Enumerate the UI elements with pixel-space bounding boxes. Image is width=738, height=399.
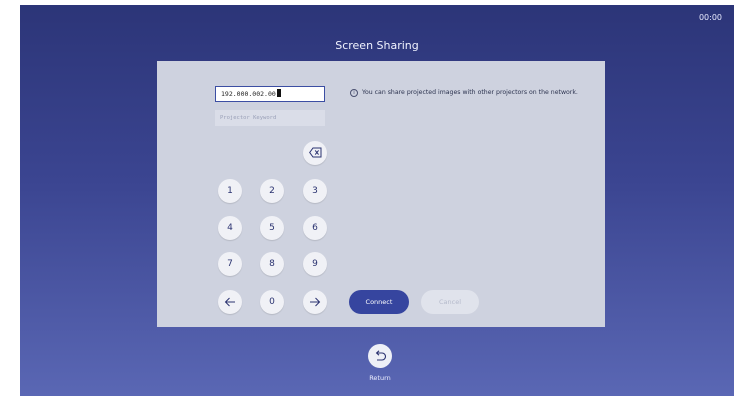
key-7[interactable]: 7 bbox=[218, 252, 242, 276]
backspace-button[interactable] bbox=[303, 141, 327, 165]
cursor-right-button[interactable] bbox=[303, 290, 327, 314]
screen-sharing-screen: 00:00 Screen Sharing 192.000.002.00 Proj… bbox=[20, 5, 734, 396]
info-text: You can share projected images with othe… bbox=[362, 89, 578, 96]
projector-keyword-input[interactable]: Projector Keyword bbox=[215, 110, 325, 126]
key-4[interactable]: 4 bbox=[218, 216, 242, 240]
page-title: Screen Sharing bbox=[335, 39, 419, 52]
return-icon bbox=[375, 350, 387, 361]
ip-address-value: 192.000.002.00 bbox=[221, 90, 276, 98]
cursor-left-button[interactable] bbox=[218, 290, 242, 314]
arrow-right-icon bbox=[310, 297, 321, 307]
key-3[interactable]: 3 bbox=[303, 179, 327, 203]
key-2[interactable]: 2 bbox=[260, 179, 284, 203]
key-0[interactable]: 0 bbox=[260, 290, 284, 314]
arrow-left-icon bbox=[224, 297, 235, 307]
backspace-icon bbox=[308, 147, 321, 158]
cancel-button[interactable]: Cancel bbox=[421, 290, 479, 314]
key-5[interactable]: 5 bbox=[260, 216, 284, 240]
return-label: Return bbox=[369, 374, 391, 382]
info-icon: i bbox=[350, 89, 358, 97]
return-button[interactable] bbox=[368, 344, 392, 368]
text-cursor bbox=[276, 89, 281, 97]
ip-address-input[interactable]: 192.000.002.00 bbox=[215, 86, 325, 102]
clock: 00:00 bbox=[698, 13, 722, 22]
key-8[interactable]: 8 bbox=[260, 252, 284, 276]
key-6[interactable]: 6 bbox=[303, 216, 327, 240]
connect-button[interactable]: Connect bbox=[349, 290, 409, 314]
screen-sharing-panel: 192.000.002.00 Projector Keyword 1 2 3 4… bbox=[157, 61, 605, 327]
key-9[interactable]: 9 bbox=[303, 252, 327, 276]
key-1[interactable]: 1 bbox=[218, 179, 242, 203]
